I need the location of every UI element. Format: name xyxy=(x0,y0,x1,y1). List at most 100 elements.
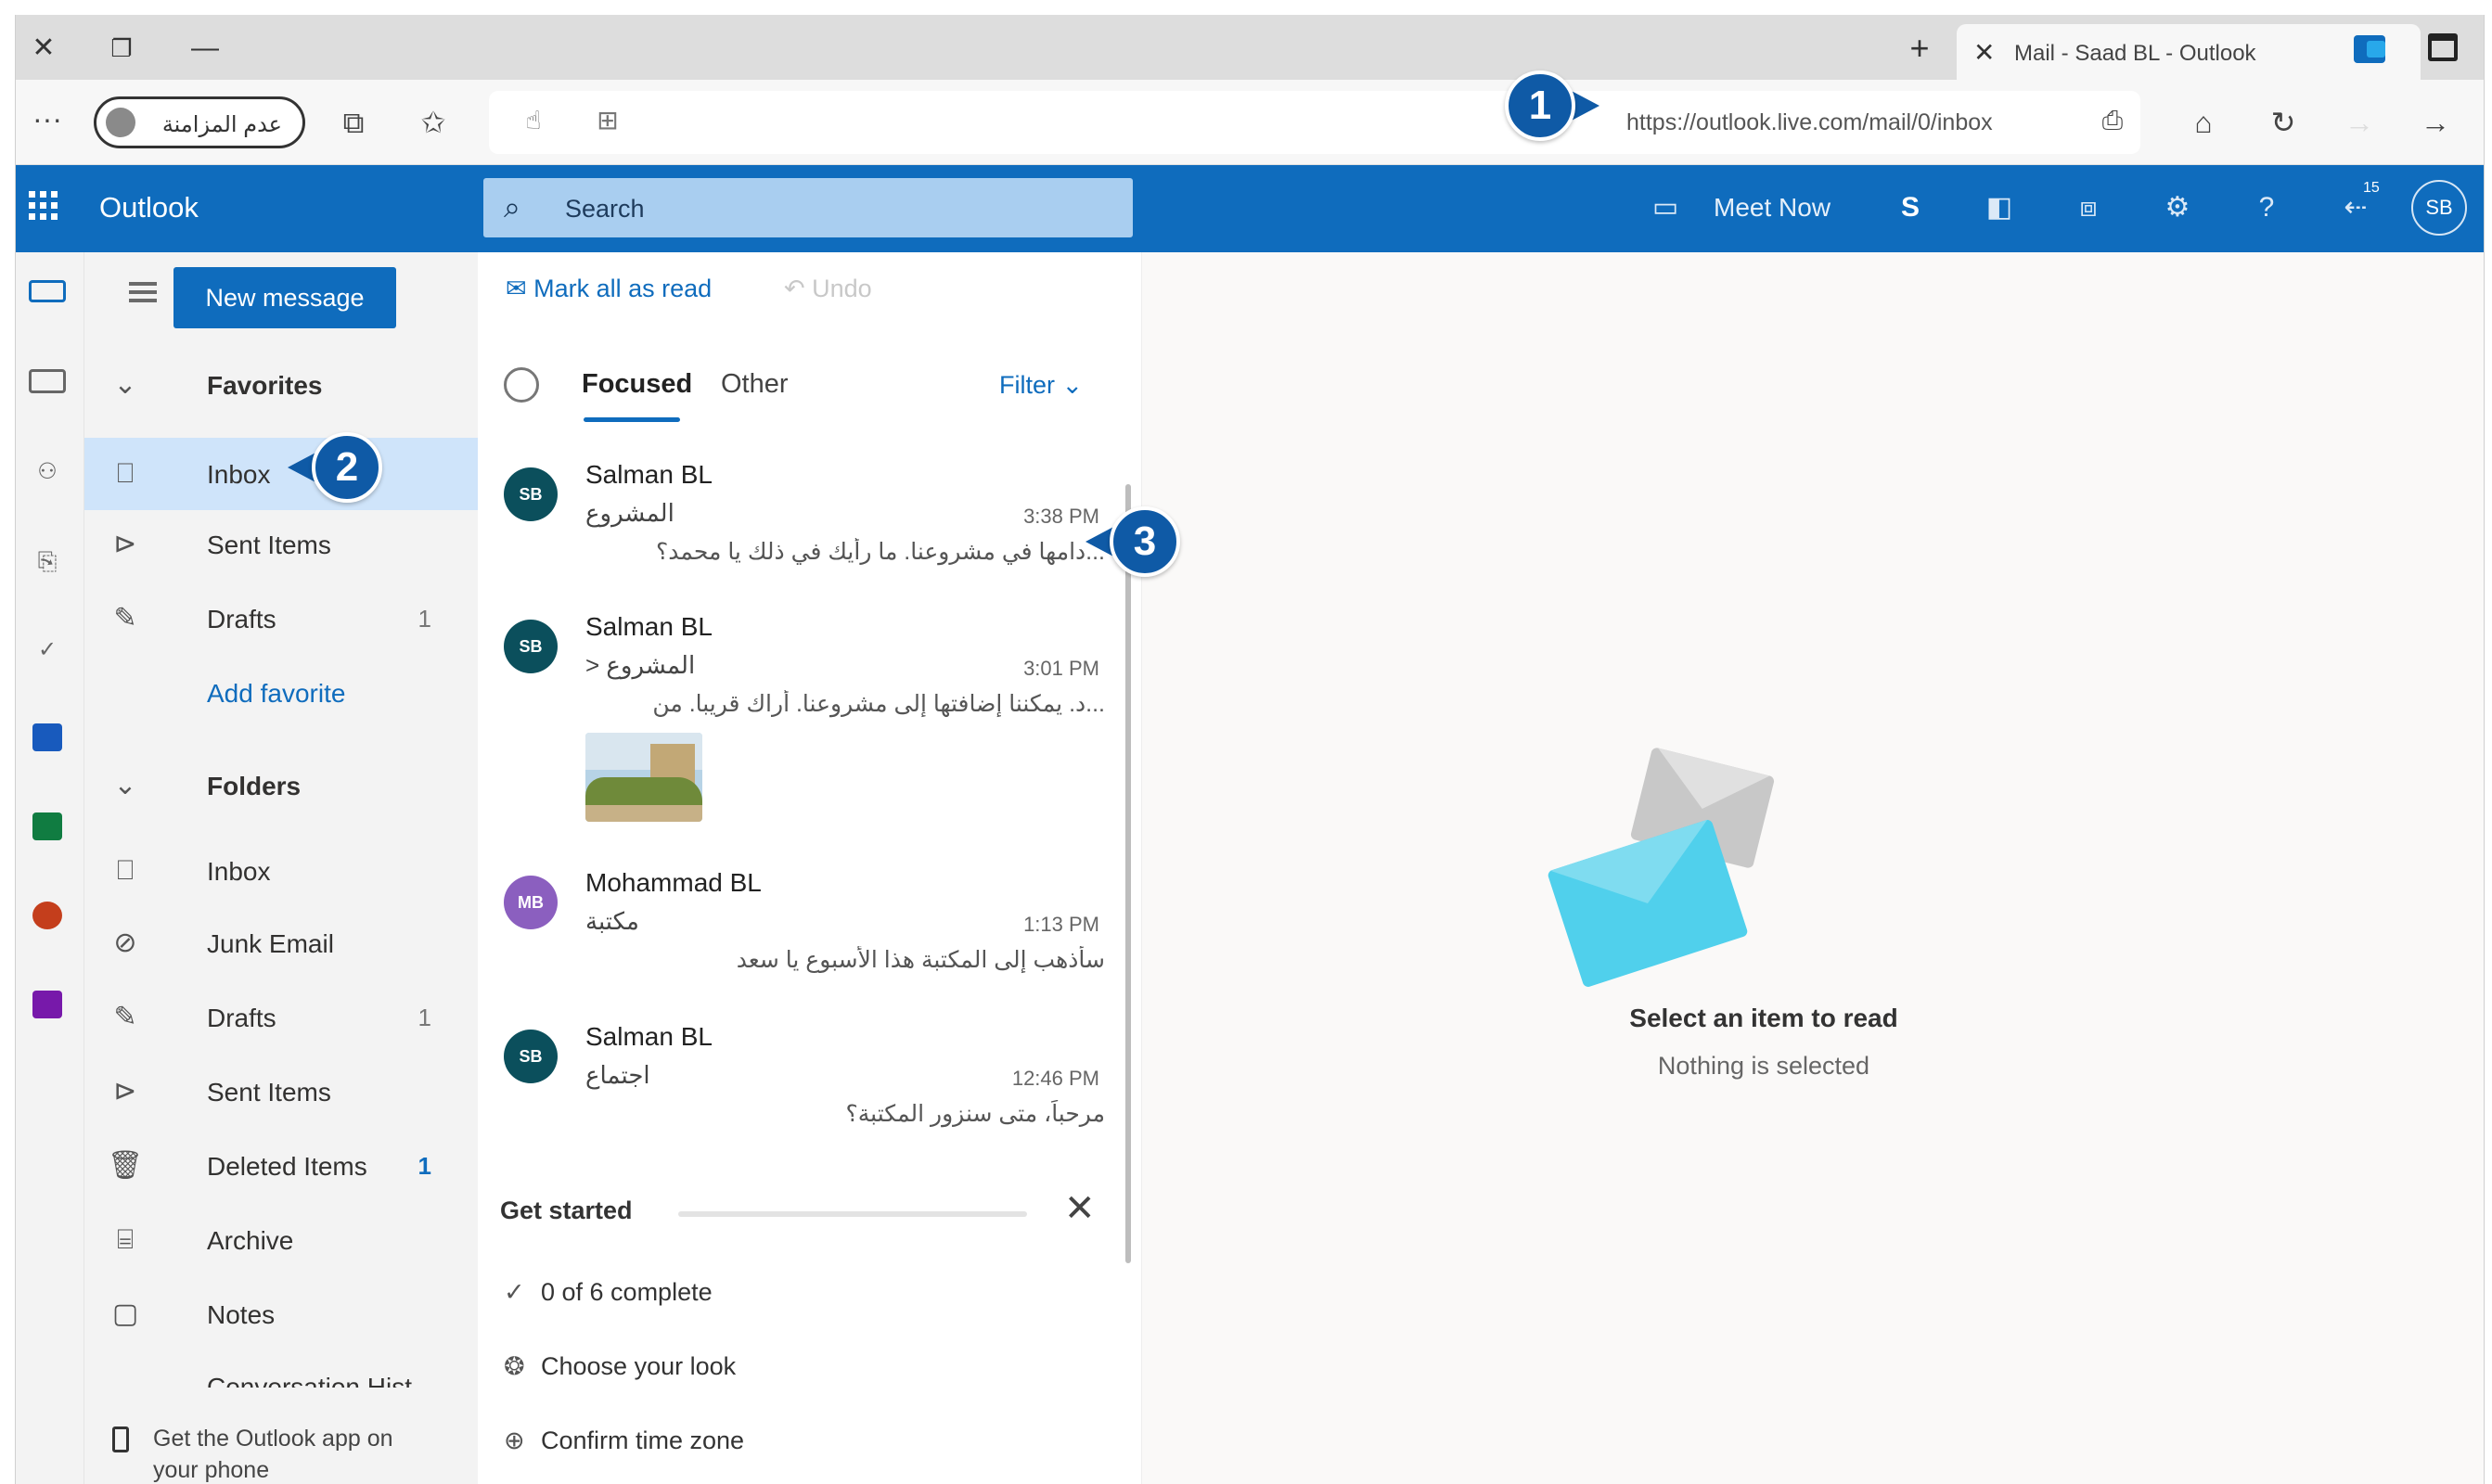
folder-item-inbox[interactable]: ⎕ Inbox xyxy=(84,835,478,907)
video-call-icon[interactable]: ▭ xyxy=(1645,189,1686,226)
phone-icon xyxy=(112,1426,129,1452)
favorites-heading: Favorites xyxy=(207,371,323,400)
office-icon[interactable]: ◧ xyxy=(1979,189,2020,226)
mail-icon[interactable] xyxy=(29,280,66,302)
home-icon[interactable]: ⌂ xyxy=(2183,102,2224,143)
message-sender: Salman BL xyxy=(585,460,713,489)
collections-icon[interactable]: ⧉ xyxy=(333,102,374,143)
read-aloud-icon[interactable]: ☝ xyxy=(513,100,554,141)
message-preview: ...دامها في مشروعنا. ما رأيك في ذلك يا م… xyxy=(656,539,1105,565)
close-tab-icon[interactable]: ✕ xyxy=(1973,37,1995,68)
folders-header[interactable]: ⌄ Folders xyxy=(84,749,478,822)
new-tab-icon[interactable]: + xyxy=(1899,28,1940,69)
mark-all-read-button[interactable]: ✉ Mark all as read xyxy=(506,275,712,303)
account-avatar[interactable]: SB xyxy=(2411,180,2467,236)
checkmark-icon: ✓ xyxy=(504,1278,525,1306)
folder-item-label: Notes xyxy=(207,1300,276,1329)
chevron-down-icon: ⌄ xyxy=(113,369,137,400)
app-name[interactable]: Outlook xyxy=(99,191,199,224)
envelope-blue-illustration-icon xyxy=(1547,818,1749,989)
favorite-item-sent-items[interactable]: ⊳ Sent Items xyxy=(84,508,478,581)
todo-icon[interactable]: ✓ xyxy=(29,636,66,664)
favorite-item-drafts[interactable]: ✎ Drafts 1 xyxy=(84,582,478,655)
favorite-item-inbox[interactable]: ⎕ Inbox xyxy=(84,438,478,510)
add-favorite-link[interactable]: Add favorite xyxy=(84,657,478,729)
restore-window-icon[interactable]: ❐ xyxy=(101,28,142,69)
message-sender: Mohammad BL xyxy=(585,868,762,897)
my-day-icon[interactable]: ⧈ xyxy=(2068,189,2109,226)
search-input[interactable]: ⌕ Search xyxy=(483,178,1133,237)
message-list: ✉ Mark all as read ↶ Undo Focused Other … xyxy=(478,252,1142,1484)
mark-all-read-label: Mark all as read xyxy=(533,275,713,302)
folder-item-label: Junk Email xyxy=(207,929,334,958)
site-info-icon[interactable]: ⎙ xyxy=(2092,100,2133,141)
folder-item-conversation-history[interactable]: Conversation Hist xyxy=(84,1350,478,1388)
confirm-time-zone-item[interactable]: ⊕ Confirm time zone xyxy=(504,1426,744,1455)
favorites-header[interactable]: ⌄ Favorites xyxy=(84,349,478,421)
folders-heading: Folders xyxy=(207,772,302,800)
note-icon: ▢ xyxy=(111,1298,139,1329)
message-subject: اجتماع xyxy=(585,1061,650,1089)
forward-icon[interactable]: → xyxy=(2415,102,2456,143)
skype-icon[interactable]: S xyxy=(1890,189,1931,226)
outlook-header: Outlook ⌕ Search ▭ Meet Now S ◧ ⧈ ⚙ ? ⇠ … xyxy=(16,165,2484,252)
select-all-icon[interactable] xyxy=(504,367,539,403)
favorites-star-icon[interactable]: ✩ xyxy=(413,102,454,143)
folder-item-deleted-items[interactable]: 🗑 Deleted Items 1 xyxy=(84,1130,478,1202)
deleted-items-count: 1 xyxy=(417,1152,431,1180)
message-sender: Salman BL xyxy=(585,1022,713,1051)
archive-icon: ⌸ xyxy=(117,1224,134,1255)
pencil-icon: ✎ xyxy=(113,1002,137,1032)
attachment-thumbnail[interactable] xyxy=(585,733,702,822)
profile-button[interactable]: عدم المزامنة xyxy=(94,96,305,148)
url-text[interactable]: https://outlook.live.com/mail/0/inbox xyxy=(1626,109,1993,136)
folder-item-notes[interactable]: ▢ Notes xyxy=(84,1278,478,1350)
message-preview: مرحباً، متى سنزور المكتبة؟ xyxy=(845,1101,1106,1127)
undo-button[interactable]: ↶ Undo xyxy=(784,275,872,303)
more-options-icon[interactable]: ··· xyxy=(27,98,68,139)
tab-actions-icon[interactable] xyxy=(2428,33,2458,61)
tab-other[interactable]: Other xyxy=(721,369,789,400)
settings-gear-icon[interactable]: ⚙ xyxy=(2157,189,2198,226)
powerpoint-icon[interactable] xyxy=(32,902,62,929)
folder-item-label: Conversation Hist xyxy=(207,1373,412,1388)
new-message-button[interactable]: New message xyxy=(173,267,396,328)
command-bar: ✉ Mark all as read ↶ Undo xyxy=(478,252,1142,328)
folder-item-sent-items[interactable]: ⊳ Sent Items xyxy=(84,1055,478,1128)
folder-item-archive[interactable]: ⌸ Archive xyxy=(84,1204,478,1276)
message-item[interactable]: MB Mohammad BL مكتبة 1:13 PM سأذهب إلى ا… xyxy=(478,864,1127,1013)
help-icon[interactable]: ? xyxy=(2246,189,2287,226)
meet-now-button[interactable]: Meet Now xyxy=(1714,193,1830,223)
choose-your-look-item[interactable]: ❂ Choose your look xyxy=(504,1352,736,1381)
calendar-icon[interactable] xyxy=(29,369,66,393)
callout-number: 1 xyxy=(1505,70,1575,141)
minimize-window-icon[interactable]: — xyxy=(185,28,225,69)
people-icon[interactable]: ⚇ xyxy=(29,458,66,486)
browser-tab[interactable]: ✕ Mail - Saad BL - Outlook xyxy=(1957,24,2421,80)
close-icon[interactable]: ✕ xyxy=(1064,1187,1096,1230)
forward-disabled-icon: → xyxy=(2344,106,2374,139)
message-item[interactable]: SB Salman BL اجتماع 12:46 PM مرحباً، متى… xyxy=(478,1018,1127,1167)
drafts-count: 1 xyxy=(417,1004,431,1031)
callout-marker-2: 2 xyxy=(288,432,382,503)
close-window-icon[interactable]: ✕ xyxy=(23,28,64,69)
message-time: 3:01 PM xyxy=(1023,657,1099,680)
app-launcher-icon[interactable] xyxy=(25,187,62,224)
filter-button[interactable]: Filter ⌄ xyxy=(999,371,1083,400)
undo-icon: ↶ xyxy=(784,275,813,302)
tab-focused[interactable]: Focused xyxy=(582,369,692,400)
favorite-item-label: Sent Items xyxy=(207,531,331,559)
folder-item-drafts[interactable]: ✎ Drafts 1 xyxy=(84,981,478,1054)
folder-item-label: Deleted Items xyxy=(207,1152,367,1181)
message-item[interactable]: SB Salman BL المشروع 3:38 PM ...دامها في… xyxy=(478,456,1127,605)
folder-item-junk-email[interactable]: ⊘ Junk Email xyxy=(84,907,478,979)
hamburger-menu-icon[interactable] xyxy=(129,282,157,302)
attachment-icon[interactable]: ⎘ xyxy=(29,547,66,575)
excel-icon[interactable] xyxy=(32,812,62,840)
word-icon[interactable] xyxy=(32,723,62,751)
message-item[interactable]: SB Salman BL المشروع < 3:01 PM ...د. يمك… xyxy=(478,608,1127,859)
refresh-icon[interactable]: ↻ xyxy=(2263,102,2304,143)
apps-grid-icon[interactable]: ⊞ xyxy=(587,100,628,141)
notification-badge: 15 xyxy=(2363,180,2380,196)
onenote-icon[interactable] xyxy=(32,991,62,1018)
